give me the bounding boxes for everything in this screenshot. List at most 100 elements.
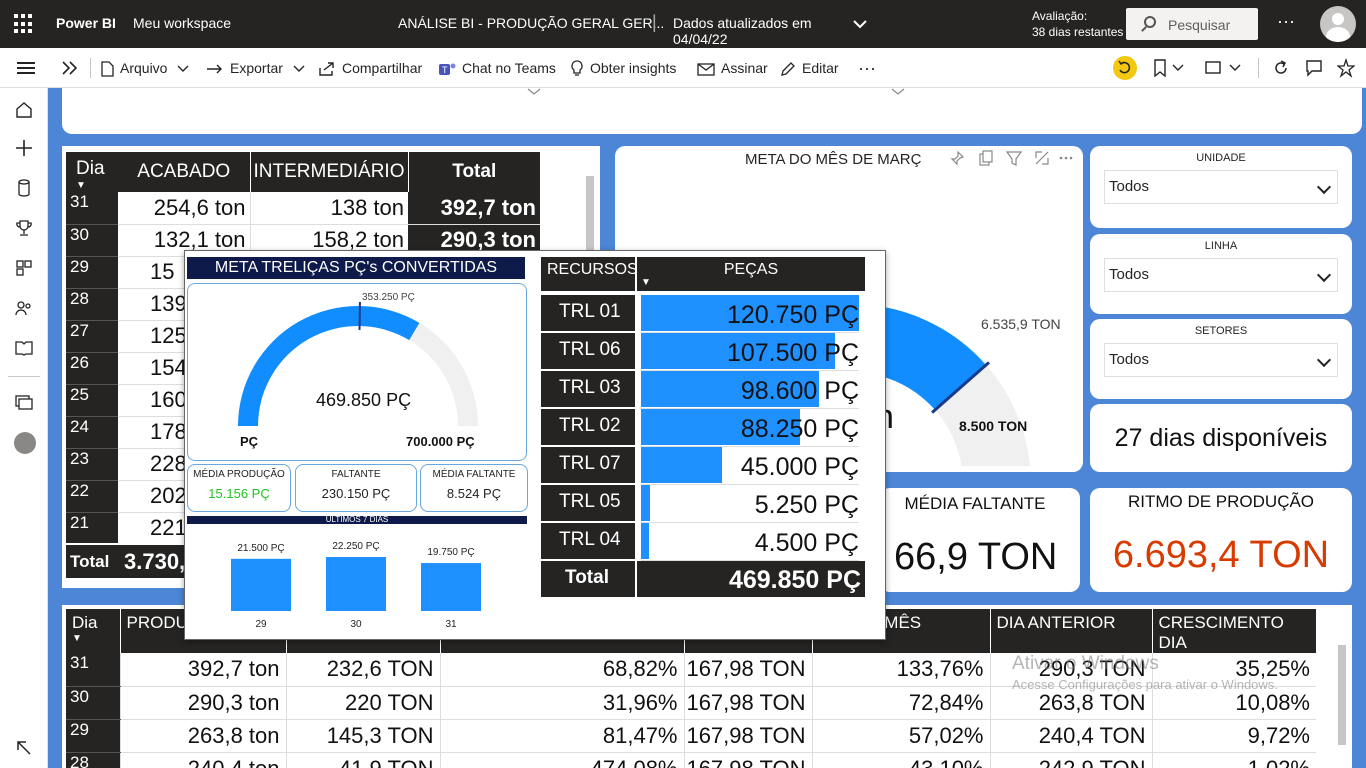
file-icon <box>101 61 114 77</box>
resource-name: TRL 05 <box>541 485 635 521</box>
resource-name: TRL 06 <box>541 333 635 369</box>
more-options-icon[interactable] <box>1059 156 1073 160</box>
insights-button[interactable]: Obter insights <box>570 48 676 88</box>
workspaces-icon[interactable] <box>14 392 34 412</box>
mail-icon <box>697 63 715 76</box>
chevron-down-icon[interactable] <box>527 88 541 96</box>
copy-icon[interactable] <box>979 150 993 166</box>
table-row[interactable]: 29 263,8 ton 145,3 TON 81,47% 167,98 TON 57,0… <box>66 719 1316 753</box>
column-header-acabado[interactable]: ACABADO <box>118 152 250 192</box>
column-header[interactable]: Dia ▼ <box>66 609 120 653</box>
day-cell: 31 <box>66 192 118 225</box>
subscribe-button[interactable]: Assinar <box>697 48 768 88</box>
shared-people-icon[interactable] <box>14 298 34 318</box>
chevron-down-icon <box>177 65 189 73</box>
day-cell: 22 <box>66 480 118 513</box>
value-cell: 254,6 ton <box>118 192 250 225</box>
edit-button[interactable]: Editar <box>780 48 839 88</box>
create-plus-icon[interactable] <box>14 138 34 158</box>
value-cell: 167,98 TON <box>683 686 812 720</box>
refresh-icon[interactable] <box>1272 59 1290 77</box>
resources-table: RECURSOS PEÇAS ▼ TRL 01 120.750 PÇ TRL 06 10… <box>541 257 865 597</box>
database-icon[interactable] <box>14 178 34 198</box>
bar[interactable] <box>421 563 481 611</box>
teams-chat-button[interactable]: T Chat no Teams <box>438 48 556 88</box>
learn-book-icon[interactable] <box>14 338 34 358</box>
slicer-dropdown[interactable]: Todos <box>1104 258 1338 292</box>
workspace-link[interactable]: Meu workspace <box>133 15 231 31</box>
expand-pane-icon[interactable] <box>61 60 79 76</box>
export-menu-button[interactable]: Exportar <box>206 48 311 88</box>
column-header[interactable]: CRESCIMENTO DIA <box>1151 609 1316 653</box>
teams-icon: T <box>439 63 456 76</box>
hamburger-icon[interactable] <box>16 60 36 76</box>
export-menu-label: Exportar <box>230 60 283 76</box>
resource-name: TRL 07 <box>541 447 635 483</box>
column-header-recursos[interactable]: RECURSOS <box>541 257 638 291</box>
kpi-media-faltante: MÉDIA FALTANTE 8.524 PÇ <box>420 464 528 512</box>
reset-icon[interactable] <box>1113 56 1137 80</box>
total-label: Total <box>66 543 118 578</box>
column-header-intermediario[interactable]: INTERMEDIÁRIO <box>249 152 408 192</box>
file-menu-button[interactable]: Arquivo <box>100 48 195 88</box>
bookmark-icon[interactable] <box>1153 59 1187 77</box>
value-cell: 242,9 TON <box>989 752 1152 768</box>
trophy-icon[interactable] <box>14 218 34 238</box>
table-row[interactable]: 31 254,6 ton 138 ton 392,7 ton <box>66 192 540 225</box>
slicer-title: UNIDADE <box>1196 152 1246 164</box>
slicer-title: SETORES <box>1194 325 1248 337</box>
value-cell: 31,96% <box>439 686 684 720</box>
bar[interactable] <box>326 557 386 611</box>
day-cell: 29 <box>66 719 120 753</box>
file-menu-label: Arquivo <box>120 60 168 76</box>
divider <box>1258 58 1259 78</box>
popup-gauge-min-label: PÇ <box>240 434 259 449</box>
trial-line1: Avaliação: <box>1032 9 1088 23</box>
divider <box>90 58 91 78</box>
focus-mode-icon[interactable] <box>1035 151 1049 165</box>
column-header-dia[interactable]: Dia ▼ <box>66 152 118 192</box>
kpi-faltante: FALTANTE 230.150 PÇ <box>295 464 417 512</box>
pin-icon[interactable] <box>950 150 965 166</box>
column-header[interactable]: DIA ANTERIOR <box>989 609 1152 653</box>
value-cell: 9,72% <box>1151 719 1316 753</box>
apps-icon[interactable] <box>14 258 34 278</box>
table-scrollbar[interactable] <box>1338 645 1346 745</box>
slicer-unidade[interactable]: UNIDADE Todos <box>1090 146 1352 228</box>
app-launcher-icon[interactable] <box>14 14 34 34</box>
column-header-total[interactable]: Total <box>407 152 540 192</box>
view-icon[interactable] <box>1204 59 1244 77</box>
slicer-dropdown[interactable]: Todos <box>1104 170 1338 204</box>
table-row[interactable]: 28 240,4 ton 41,9 TON 474,08% 167,98 TON 43,1… <box>66 752 1316 768</box>
share-button[interactable]: Compartilhar <box>318 48 422 88</box>
column-header-pecas[interactable]: PEÇAS ▼ <box>637 257 865 291</box>
slicer-setores[interactable]: SETORES Todos <box>1090 319 1352 399</box>
my-workspace-avatar[interactable] <box>14 432 36 454</box>
more-actions-button[interactable]: ··· <box>858 48 876 88</box>
arrow-up-left-icon[interactable] <box>14 738 34 758</box>
value-cell: 57,02% <box>811 719 990 753</box>
edit-label: Editar <box>802 60 839 76</box>
chevron-down-icon[interactable] <box>891 88 905 96</box>
resource-value: 88.250 PÇ <box>641 409 859 447</box>
data-label: 22.250 PÇ <box>332 541 379 552</box>
production-pace-value: 6.693,4 TON <box>1112 534 1330 576</box>
search-input[interactable]: Pesquisar <box>1126 8 1258 40</box>
home-icon[interactable] <box>14 100 34 120</box>
more-options-icon[interactable]: ··· <box>1277 11 1295 32</box>
favorite-star-icon[interactable] <box>1337 58 1355 78</box>
insights-label: Obter insights <box>590 60 677 76</box>
chevron-down-icon[interactable] <box>852 18 868 30</box>
resource-name: TRL 02 <box>541 409 635 445</box>
comment-icon[interactable] <box>1305 59 1323 77</box>
resource-value: 5.250 PÇ <box>641 485 859 523</box>
slicer-linha[interactable]: LINHA Todos <box>1090 234 1352 314</box>
slicer-dropdown[interactable]: Todos <box>1104 343 1338 377</box>
app-name[interactable]: Power BI <box>56 15 116 31</box>
avatar[interactable] <box>1320 6 1356 42</box>
windows-watermark-text: Acesse Configurações para ativar o Windo… <box>1012 677 1278 692</box>
filter-icon[interactable] <box>1005 151 1023 166</box>
resource-value: 4.500 PÇ <box>641 523 859 561</box>
bar[interactable] <box>231 558 291 611</box>
resource-name: TRL 01 <box>541 295 635 331</box>
